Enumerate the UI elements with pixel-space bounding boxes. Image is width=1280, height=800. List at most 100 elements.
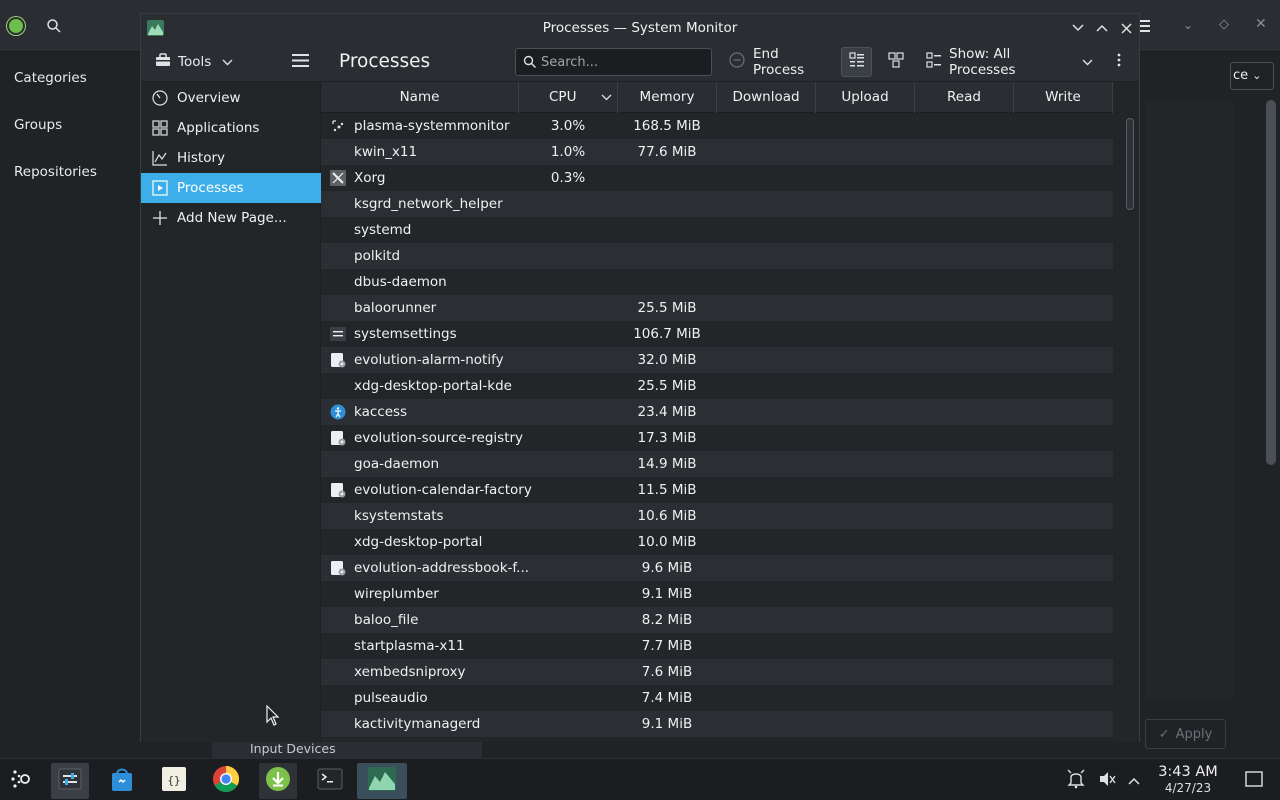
table-row[interactable]: kactivitymanagerd 9.1 MiB [321,711,1113,737]
table-row[interactable]: baloorunner 25.5 MiB [321,295,1113,321]
check-icon: ✓ [1158,726,1170,742]
table-row[interactable]: evolution-calendar-factory 11.5 MiB [321,477,1113,503]
show-filter-dropdown[interactable]: Show: All Processes [923,46,1093,78]
table-row[interactable]: evolution-addressbook-f... 9.6 MiB [321,555,1113,581]
task-discover[interactable] [103,763,141,799]
table-row[interactable]: dbus-daemon [321,269,1113,295]
process-name: startplasma-x11 [354,638,465,654]
hamburger-menu-button[interactable] [287,47,313,77]
shopping-bag-icon [110,766,134,796]
close-icon[interactable]: ✕ [1255,16,1267,32]
maximize-icon[interactable]: ◇ [1219,17,1229,32]
process-name: xdg-desktop-portal-kde [354,378,512,394]
minimize-icon[interactable]: ⌄ [1183,18,1193,32]
process-memory: 11.5 MiB [637,482,697,498]
sidebar-item-label: Applications [177,120,260,136]
download-icon [265,766,291,796]
task-settings[interactable] [51,763,89,799]
window-title: Processes — System Monitor [542,20,738,36]
table-row[interactable]: kwin_x11 1.0% 77.6 MiB [321,139,1113,165]
task-downloader[interactable] [259,763,297,799]
minimize-button[interactable] [1068,18,1088,38]
chevron-up-icon[interactable] [1128,774,1140,789]
task-chrome[interactable] [207,763,245,799]
task-terminal[interactable] [311,763,349,799]
process-name: wireplumber [354,586,439,602]
column-header-read[interactable]: Read [915,82,1014,113]
task-kate[interactable]: {} [155,763,193,799]
search-field[interactable] [515,48,712,76]
column-header-name[interactable]: Name [321,82,519,113]
search-icon[interactable] [46,18,62,38]
sidebar-item-overview[interactable]: Overview [141,83,321,113]
evolution-icon [330,560,346,576]
apply-button[interactable]: ✓ Apply [1145,719,1226,749]
column-header-memory[interactable]: Memory [618,82,717,113]
task-system-monitor[interactable] [357,763,407,799]
scrollbar-thumb[interactable] [1126,118,1134,210]
table-row[interactable]: systemd [321,217,1113,243]
nav-repositories[interactable]: Repositories [14,164,97,180]
clock-date[interactable]: 4/27/23 [1150,781,1226,795]
process-cpu: 0.3% [550,170,586,186]
close-button[interactable] [1116,18,1136,38]
table-row[interactable]: startplasma-x11 7.7 MiB [321,633,1113,659]
process-name: evolution-calendar-factory [354,482,532,498]
discover-app-icon[interactable] [7,17,25,35]
table-row[interactable]: Xorg 0.3% [321,165,1113,191]
tools-menu-button[interactable]: Tools [151,47,235,77]
table-row[interactable]: kaccess 23.4 MiB [321,399,1113,425]
sidebar-item-applications[interactable]: Applications [141,113,321,143]
process-name: xembedsniproxy [354,664,466,680]
volume-muted-icon[interactable] [1098,770,1116,792]
table-row[interactable]: xdg-desktop-portal 10.0 MiB [321,529,1113,555]
process-name: kwin_x11 [354,144,418,160]
notifications-icon[interactable] [1067,769,1085,793]
show-desktop-icon[interactable] [1245,771,1263,791]
table-row[interactable]: xembedsniproxy 7.6 MiB [321,659,1113,685]
table-row[interactable]: baloo_file 8.2 MiB [321,607,1113,633]
column-header-download[interactable]: Download [717,82,816,113]
title-bar[interactable]: Processes — System Monitor [141,14,1139,42]
table-row[interactable]: pulseaudio 7.4 MiB [321,685,1113,711]
background-scrollbar[interactable] [1266,100,1276,465]
sort-descending-icon [601,82,612,113]
clock-time[interactable]: 3:43 AM [1150,764,1226,780]
table-row[interactable]: xdg-desktop-portal-kde 25.5 MiB [321,373,1113,399]
svg-text:{}: {} [167,774,180,787]
end-process-button[interactable]: End Process [725,46,829,78]
sidebar-item-history[interactable]: History [141,143,321,173]
nav-groups[interactable]: Groups [14,117,62,133]
menu-icon[interactable] [1138,20,1152,36]
table-row[interactable]: goa-daemon 14.9 MiB [321,451,1113,477]
column-header-cpu[interactable]: CPU [519,82,618,113]
column-header-write[interactable]: Write [1014,82,1113,113]
table-row[interactable]: polkitd [321,243,1113,269]
process-memory: 32.0 MiB [637,352,697,368]
table-row[interactable]: evolution-alarm-notify 32.0 MiB [321,347,1113,373]
tools-label: Tools [178,54,212,70]
table-row[interactable]: wireplumber 9.1 MiB [321,581,1113,607]
monitor-icon [330,118,346,134]
list-view-button[interactable] [841,47,872,77]
mouse-cursor-icon [266,704,280,731]
maximize-button[interactable] [1092,18,1112,38]
search-input[interactable] [541,53,701,71]
sidebar-item-processes[interactable]: Processes [141,173,321,203]
sidebar-item-add-page[interactable]: Add New Page... [141,203,321,233]
input-devices-item[interactable]: Input Devices [212,740,482,758]
table-row[interactable]: plasma-systemmonitor 3.0% 168.5 MiB [321,113,1113,139]
background-combo[interactable]: ce ⌄ [1230,62,1274,90]
table-row[interactable]: ksgrd_network_helper [321,191,1113,217]
process-name: kactivitymanagerd [354,716,481,732]
nav-categories[interactable]: Categories [14,70,87,86]
overflow-menu-button[interactable] [1107,47,1131,77]
table-row[interactable]: ksystemstats 10.6 MiB [321,503,1113,529]
column-header-upload[interactable]: Upload [816,82,915,113]
application-launcher-button[interactable] [3,763,41,799]
table-row[interactable]: evolution-source-registry 17.3 MiB [321,425,1113,451]
table-row[interactable]: systemsettings 106.7 MiB [321,321,1113,347]
process-memory: 7.7 MiB [641,638,693,654]
tree-view-button[interactable] [880,47,911,77]
process-memory: 106.7 MiB [633,326,701,342]
